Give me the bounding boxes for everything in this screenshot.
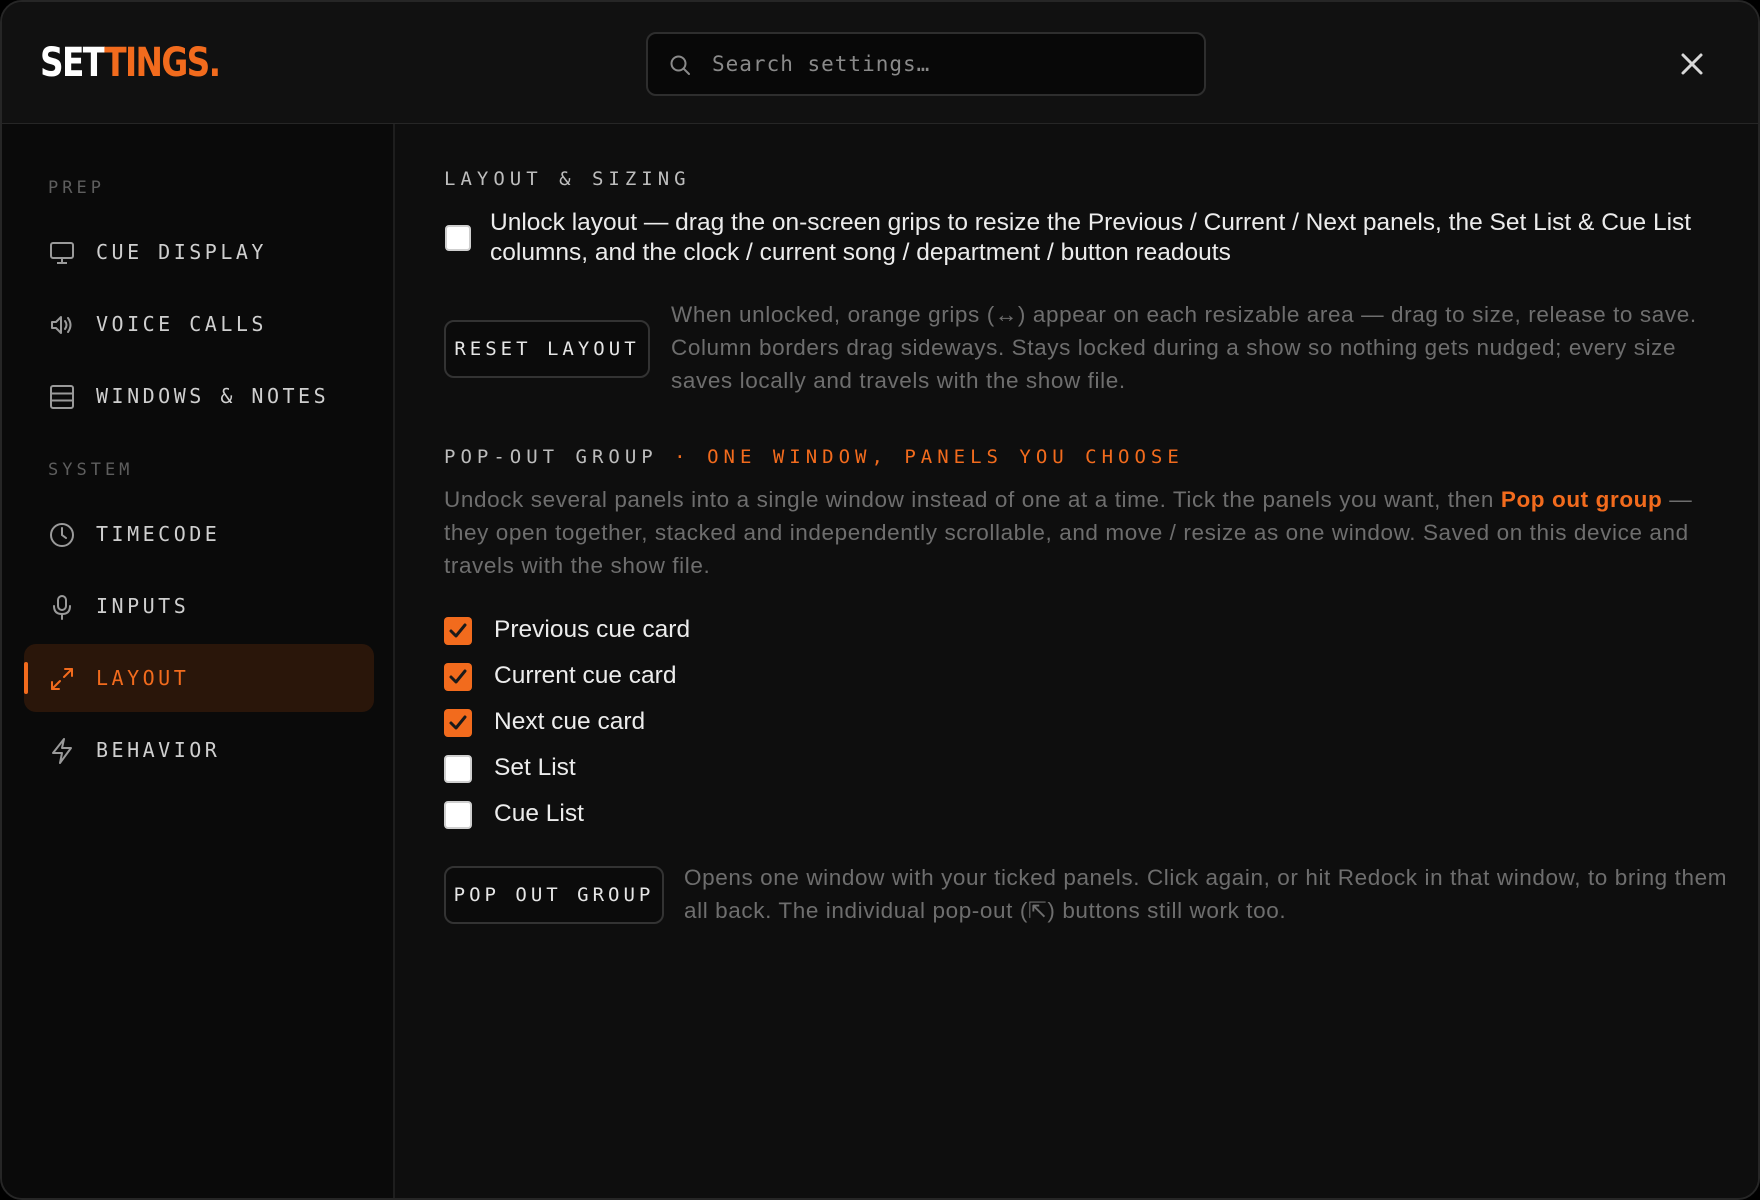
checkmark-icon (449, 715, 467, 730)
checkbox-next-cue-card[interactable] (444, 709, 472, 737)
sidebar-item-layout[interactable]: LAYOUT (24, 644, 374, 712)
checkmark-icon (449, 669, 467, 684)
monitor-icon (50, 242, 74, 264)
section-label-prep: PREP (48, 178, 105, 198)
search-input[interactable] (712, 44, 1182, 84)
sidebar-item-inputs[interactable]: INPUTS (24, 572, 374, 640)
sidebar-item-label: INPUTS (96, 594, 190, 618)
close-icon[interactable] (1674, 46, 1710, 82)
lightning-icon (52, 738, 72, 764)
expand-icon (51, 668, 73, 690)
panel-label-current-cue-card: Current cue card (494, 662, 677, 689)
logo-text-orange: TINGS. (104, 40, 221, 86)
section-heading-layout-sizing: LAYOUT & SIZING (444, 168, 691, 190)
panel-label-next-cue-card: Next cue card (494, 708, 646, 735)
sidebar-item-label: LAYOUT (96, 666, 190, 690)
checkbox-previous-cue-card[interactable] (444, 617, 472, 645)
panel-label-cue-list: Cue List (494, 800, 584, 827)
panel-icon (50, 385, 74, 409)
panel-label-previous-cue-card: Previous cue card (494, 616, 691, 643)
popout-description: Undock several panels into a single wind… (444, 483, 1734, 582)
section-label-system: SYSTEM (48, 460, 134, 480)
panel-label-set-list: Set List (494, 754, 576, 781)
popout-description-part1: Undock several panels into a single wind… (444, 487, 1501, 512)
pop-out-group-button[interactable]: POP OUT GROUP (444, 866, 664, 924)
sidebar-item-cue-display[interactable]: CUE DISPLAY (24, 218, 374, 286)
sidebar-item-windows-notes[interactable]: WINDOWS & NOTES (24, 362, 374, 430)
popout-group-link[interactable]: Pop out group (1501, 487, 1663, 512)
pop-out-group-help: Opens one window with your ticked panels… (684, 865, 1728, 923)
settings-window: SETTINGS. PREP CUE DISPLAY VOICE CALLS (0, 0, 1760, 1200)
popout-heading-text: POP-OUT GROUP (444, 446, 658, 468)
reset-layout-button[interactable]: RESET LAYOUT (444, 320, 650, 378)
reset-layout-help: When unlocked, orange grips (↔) appear o… (671, 302, 1697, 393)
settings-header: SETTINGS. (2, 2, 1758, 124)
sidebar-item-label: VOICE CALLS (96, 312, 267, 336)
checkmark-icon (449, 623, 467, 638)
sidebar-item-label: BEHAVIOR (96, 738, 221, 762)
popout-heading-separator: · (674, 446, 691, 468)
checkbox-current-cue-card[interactable] (444, 663, 472, 691)
sidebar-item-label: WINDOWS & NOTES (96, 384, 330, 408)
sidebar-item-label: CUE DISPLAY (96, 240, 267, 264)
checkbox-cue-list[interactable] (444, 801, 472, 829)
sidebar-item-behavior[interactable]: BEHAVIOR (24, 716, 374, 784)
unlock-layout-checkbox[interactable] (445, 225, 471, 251)
sidebar-item-label: TIMECODE (96, 522, 221, 546)
unlock-layout-label: Unlock layout — drag the on-screen grips… (490, 209, 1692, 266)
settings-sidebar: PREP CUE DISPLAY VOICE CALLS WINDOWS & N… (2, 124, 395, 1198)
settings-content: LAYOUT & SIZING Unlock layout — drag the… (395, 124, 1758, 1198)
sidebar-item-voice-calls[interactable]: VOICE CALLS (24, 290, 374, 358)
speaker-icon (51, 316, 72, 334)
popout-heading-accent: ONE WINDOW, PANELS YOU CHOOSE (707, 446, 1184, 468)
clock-icon (50, 523, 74, 547)
section-heading-popout-group: POP-OUT GROUP · ONE WINDOW, PANELS YOU C… (444, 446, 1184, 468)
microphone-icon (53, 595, 71, 620)
search-icon (670, 55, 690, 75)
logo-text-white: SET (40, 40, 106, 86)
checkbox-set-list[interactable] (444, 755, 472, 783)
sidebar-item-timecode[interactable]: TIMECODE (24, 500, 374, 568)
search-box[interactable] (646, 32, 1206, 96)
settings-logo: SETTINGS. (40, 40, 221, 86)
